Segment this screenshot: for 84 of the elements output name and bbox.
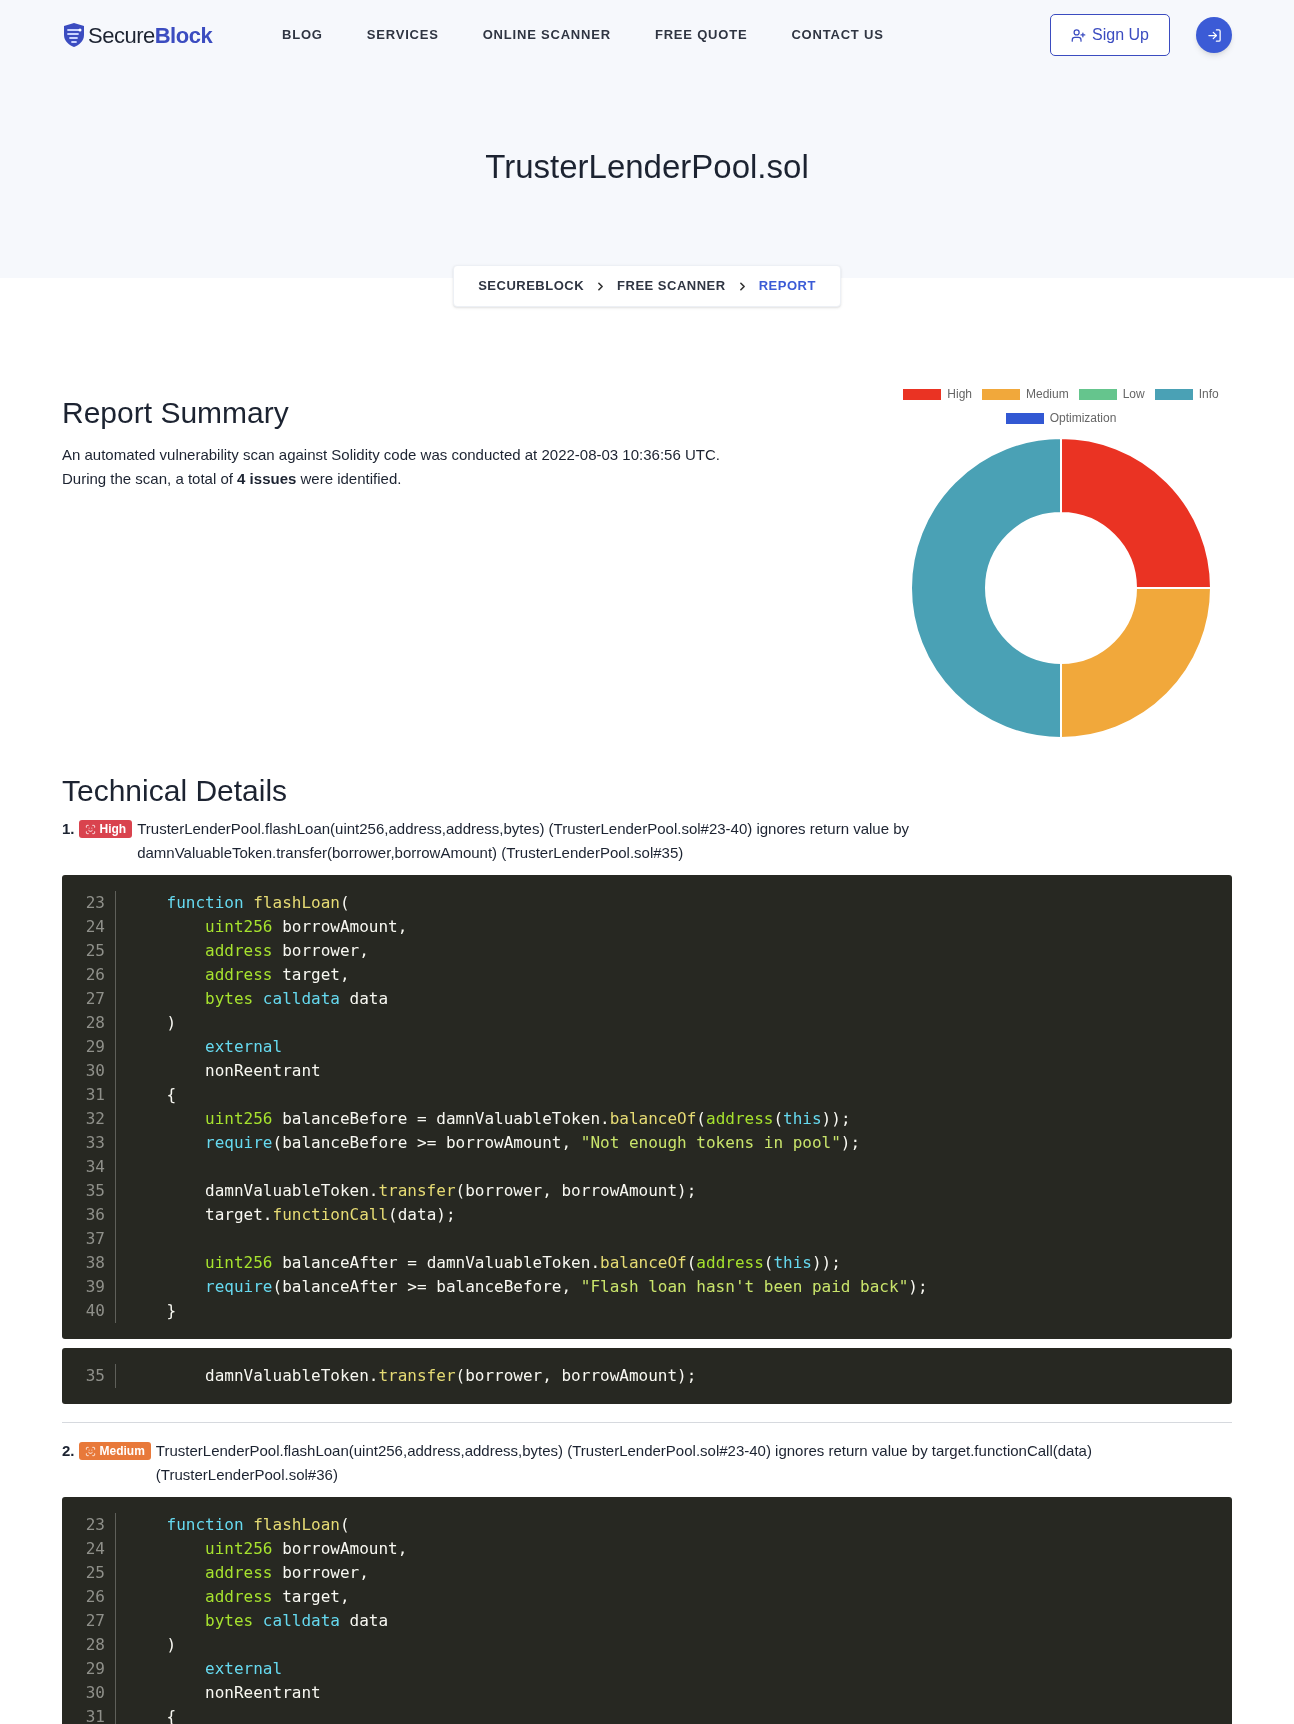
code-line: address target, <box>204 964 350 986</box>
code-line: { <box>165 1706 177 1724</box>
code-line: } <box>165 1300 177 1322</box>
line-number: 26 <box>85 965 105 984</box>
line-number: 33 <box>85 1133 105 1152</box>
line-number: 37 <box>85 1229 105 1248</box>
code-line: damnValuableToken.transfer(borrower, borrowAmount); <box>204 1180 697 1202</box>
legend-label: Medium <box>1026 386 1069 403</box>
line-number: 23 <box>85 1515 105 1534</box>
severity-badge: High <box>78 820 133 838</box>
nav-link[interactable]: ONLINE SCANNER <box>482 25 611 45</box>
code-line: bytes calldata data <box>204 988 389 1010</box>
code-line: { <box>165 1084 177 1106</box>
line-number: 29 <box>85 1659 105 1678</box>
section-heading: Technical Details <box>62 773 289 809</box>
line-number: 39 <box>85 1277 105 1296</box>
shield-logo-icon <box>62 22 86 48</box>
code-line: bytes calldata data <box>204 1610 389 1632</box>
code-line: function flashLoan( <box>165 1514 350 1536</box>
code-line: uint256 balanceAfter = damnValuableToken.balanceOf(address(this)); <box>204 1252 841 1274</box>
line-number: 40 <box>85 1301 105 1320</box>
line-number: 29 <box>85 1037 105 1056</box>
logo-text: SecureBlock <box>88 21 213 50</box>
line-number: 35 <box>85 1366 105 1385</box>
section-heading: Report Summary <box>62 395 290 431</box>
page-title: TrusterLenderPool.sol <box>484 147 810 187</box>
code-line: ) <box>165 1012 177 1034</box>
code-line: target.functionCall(data); <box>204 1204 456 1226</box>
summary-text: During the scan, a total of 4 issues were identified. <box>62 469 403 489</box>
legend-label: Optimization <box>1049 410 1117 427</box>
line-number: 24 <box>85 917 105 936</box>
line-number: 30 <box>85 1683 105 1702</box>
legend-label: Low <box>1122 386 1145 403</box>
sign-up-button[interactable]: Sign Up <box>1050 14 1170 56</box>
line-number: 27 <box>85 1611 105 1630</box>
code-line: uint256 borrowAmount, <box>204 916 408 938</box>
code-line: uint256 balanceBefore = damnValuableToken.balanceOf(address(this)); <box>204 1108 851 1130</box>
line-number: 32 <box>85 1109 105 1128</box>
issue-description: TrusterLenderPool.flashLoan(uint256,address,address,bytes) (TrusterLenderPool.sol#23-40) ignores return value by target.functionCall(data) (TrusterLenderPool.sol#36) <box>155 1441 1093 1485</box>
code-line: address borrower, <box>204 1562 369 1584</box>
line-number: 35 <box>85 1181 105 1200</box>
issue-number: 2. <box>62 1441 75 1461</box>
code-line: address borrower, <box>204 940 369 962</box>
line-number: 38 <box>85 1253 105 1272</box>
code-line: damnValuableToken.transfer(borrower, borrowAmount); <box>204 1365 697 1387</box>
breadcrumb-link[interactable]: SECUREBLOCK <box>478 276 585 296</box>
breadcrumb-link[interactable]: REPORT <box>758 276 816 296</box>
code-line: require(balanceBefore >= borrowAmount, "Not enough tokens in pool"); <box>204 1132 861 1154</box>
breadcrumb-link[interactable]: FREE SCANNER <box>617 276 726 296</box>
issue-description: TrusterLenderPool.flashLoan(uint256,address,address,bytes) (TrusterLenderPool.sol#23-40) ignores return value by damnValuableToken.transfer(borrower,borrowAmount) (TrusterLenderPool.sol#35) <box>137 819 910 863</box>
code-line: uint256 borrowAmount, <box>204 1538 408 1560</box>
line-number: 34 <box>85 1157 105 1176</box>
code-line: external <box>204 1036 283 1058</box>
issue-number: 1. <box>62 819 75 839</box>
line-number: 25 <box>85 1563 105 1582</box>
line-number: 28 <box>85 1013 105 1032</box>
login-button[interactable] <box>1196 17 1232 53</box>
line-number: 26 <box>85 1587 105 1606</box>
line-number: 24 <box>85 1539 105 1558</box>
line-number: 23 <box>85 893 105 912</box>
code-line: address target, <box>204 1586 350 1608</box>
line-number: 30 <box>85 1061 105 1080</box>
code-line: nonReentrant <box>204 1682 321 1704</box>
line-number: 27 <box>85 989 105 1008</box>
legend-label: High <box>947 386 972 403</box>
legend-label: Info <box>1198 386 1219 403</box>
line-number: 28 <box>85 1635 105 1654</box>
code-line: nonReentrant <box>204 1060 321 1082</box>
code-line: external <box>204 1658 283 1680</box>
user-plus-icon <box>1071 27 1087 43</box>
line-number: 31 <box>85 1707 105 1724</box>
summary-text: An automated vulnerability scan against Solidity code was conducted at 2022-08-03 10:36:56 UTC. <box>62 445 721 465</box>
line-number: 31 <box>85 1085 105 1104</box>
nav-link[interactable]: BLOG <box>282 25 323 45</box>
severity-badge: Medium <box>78 1442 151 1460</box>
code-line: ) <box>165 1634 177 1656</box>
nav-link[interactable]: CONTACT US <box>791 25 884 45</box>
code-line: function flashLoan( <box>165 892 350 914</box>
code-line: require(balanceAfter >= balanceBefore, "Flash loan hasn't been paid back"); <box>204 1276 928 1298</box>
line-number: 36 <box>85 1205 105 1224</box>
login-icon <box>1206 27 1222 43</box>
nav-link[interactable]: SERVICES <box>366 25 439 45</box>
line-number: 25 <box>85 941 105 960</box>
nav-link[interactable]: FREE QUOTE <box>654 25 748 45</box>
